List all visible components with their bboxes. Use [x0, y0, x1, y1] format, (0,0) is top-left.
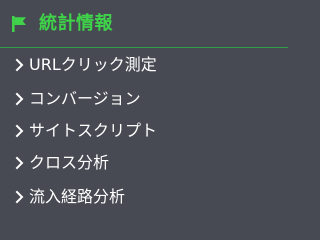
menu-item-url-click-measurement[interactable]: URLクリック測定 [0, 50, 288, 80]
stats-sidebar-panel: 統計情報 URLクリック測定 コンバージョン サイトスクリプト クロス分析 流入… [0, 0, 288, 219]
menu-item-label: URLクリック測定 [29, 55, 157, 74]
menu-item-inflow-path-analysis[interactable]: 流入経路分析 [0, 182, 288, 212]
chevron-right-icon [15, 190, 24, 204]
flag-icon [12, 16, 26, 32]
menu-item-label: 流入経路分析 [29, 187, 126, 206]
section-title: 統計情報 [39, 13, 113, 34]
chevron-right-icon [15, 58, 24, 72]
menu-item-label: クロス分析 [29, 153, 110, 172]
chevron-right-icon [15, 92, 24, 106]
menu-item-label: コンバージョン [29, 89, 141, 108]
menu-item-site-script[interactable]: サイトスクリプト [0, 116, 288, 146]
menu-item-label: サイトスクリプト [29, 121, 158, 140]
chevron-right-icon [15, 124, 24, 138]
chevron-right-icon [15, 156, 24, 170]
section-header: 統計情報 [0, 0, 288, 48]
menu-item-conversion[interactable]: コンバージョン [0, 84, 288, 114]
menu-item-cross-analysis[interactable]: クロス分析 [0, 148, 288, 178]
